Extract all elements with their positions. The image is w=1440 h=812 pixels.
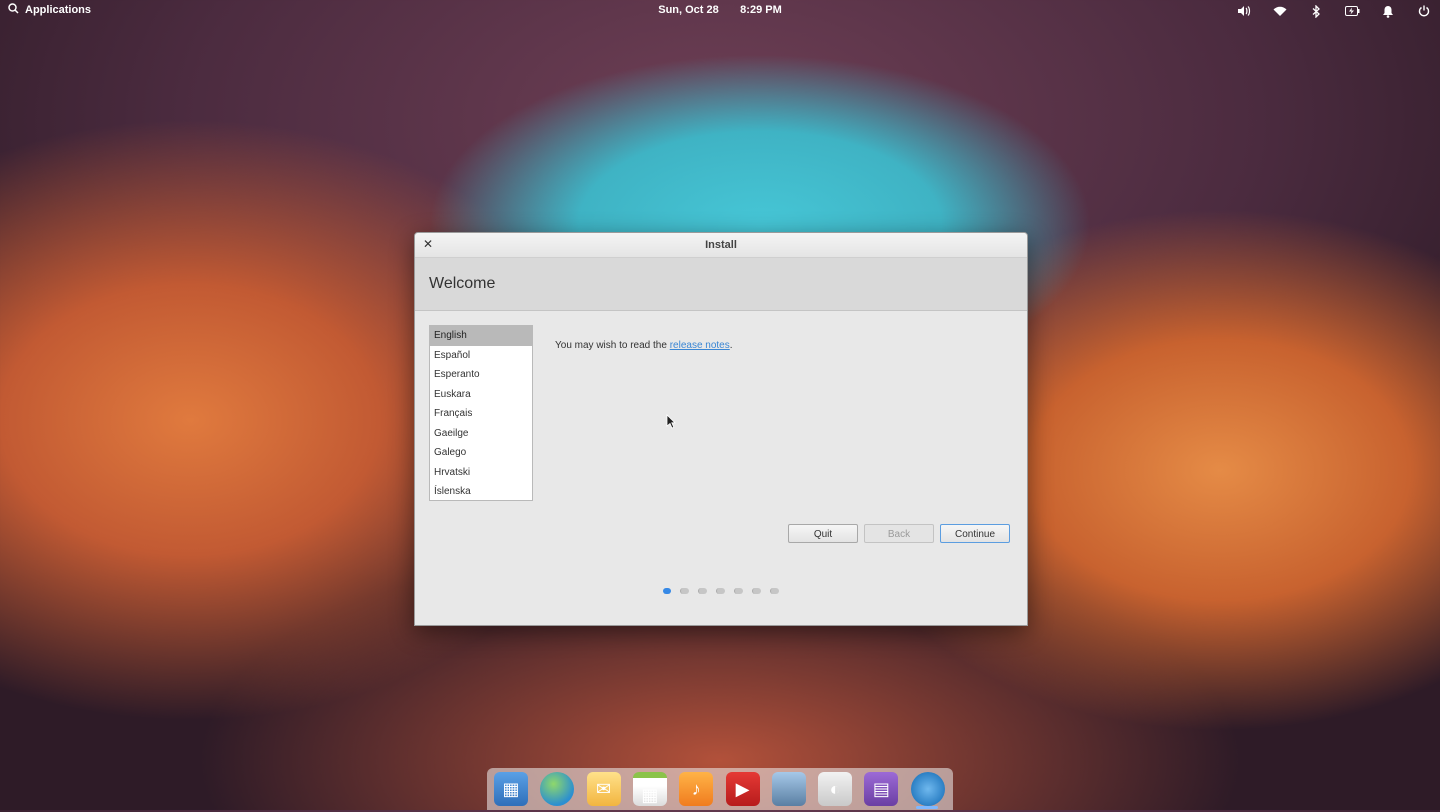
web-browser-icon[interactable] <box>540 772 575 806</box>
top-panel: Applications Sun, Oct 28 8:29 PM <box>0 0 1440 22</box>
power-icon[interactable] <box>1416 3 1432 19</box>
progress-step <box>770 588 779 594</box>
install-window: ✕ Install Welcome English Español Esperant… <box>414 232 1028 626</box>
mouse-cursor-icon <box>666 414 676 434</box>
release-notes-text: You may wish to read the release notes. <box>555 340 733 351</box>
applications-label: Applications <box>25 4 92 16</box>
release-notes-link[interactable]: release notes <box>670 340 730 351</box>
back-button[interactable]: Back <box>864 524 934 543</box>
mail-icon[interactable]: ✉ <box>586 772 621 806</box>
notifications-icon[interactable] <box>1380 3 1396 19</box>
language-item[interactable]: Galego <box>430 443 532 463</box>
bluetooth-icon[interactable] <box>1308 3 1324 19</box>
battery-icon[interactable] <box>1344 3 1360 19</box>
progress-step <box>663 588 671 594</box>
language-item[interactable]: Esperanto <box>430 365 532 385</box>
language-item[interactable]: Français <box>430 404 532 424</box>
language-item[interactable]: Español <box>430 346 532 366</box>
language-item[interactable]: Íslenska <box>430 482 532 500</box>
language-item[interactable]: Gaeilge <box>430 424 532 444</box>
progress-step <box>698 588 707 594</box>
installer-icon[interactable] <box>910 772 945 806</box>
window-title: Install <box>705 239 737 251</box>
language-item[interactable]: Euskara <box>430 385 532 405</box>
dock: ▦ ✉ ▦ ♪ ▶ ◐ ▤ <box>487 768 953 810</box>
language-item[interactable]: English <box>430 326 532 346</box>
wifi-icon[interactable] <box>1272 3 1288 19</box>
app-center-icon[interactable]: ▤ <box>864 772 899 806</box>
notes-prefix: You may wish to read the <box>555 340 670 351</box>
progress-step <box>734 588 743 594</box>
videos-icon[interactable]: ▶ <box>725 772 760 806</box>
running-app-indicator <box>916 806 938 809</box>
music-icon[interactable]: ♪ <box>679 772 714 806</box>
install-progress-steps <box>663 588 779 594</box>
applications-menu[interactable]: Applications <box>8 3 91 17</box>
progress-step <box>680 588 689 594</box>
photos-icon[interactable] <box>771 772 806 806</box>
calendar-icon[interactable]: ▦ <box>632 772 667 806</box>
language-item[interactable]: Hrvatski <box>430 463 532 483</box>
time-text[interactable]: 8:29 PM <box>740 4 782 16</box>
continue-button[interactable]: Continue <box>940 524 1010 543</box>
multitasking-view-icon[interactable]: ▦ <box>494 772 528 806</box>
clock: Sun, Oct 28 8:29 PM <box>0 4 1440 16</box>
language-list[interactable]: English Español Esperanto Euskara Français Ga… <box>429 325 533 501</box>
date-text[interactable]: Sun, Oct 28 <box>658 4 719 16</box>
search-icon <box>8 3 19 17</box>
system-indicators <box>1236 3 1432 19</box>
window-titlebar[interactable]: ✕ Install <box>415 233 1027 258</box>
close-icon[interactable]: ✕ <box>421 237 435 251</box>
progress-step <box>716 588 725 594</box>
system-settings-icon[interactable]: ◐ <box>818 772 853 806</box>
volume-icon[interactable] <box>1236 3 1252 19</box>
progress-step <box>752 588 761 594</box>
quit-button[interactable]: Quit <box>788 524 858 543</box>
page-title: Welcome <box>415 258 1027 311</box>
notes-suffix: . <box>729 340 733 351</box>
